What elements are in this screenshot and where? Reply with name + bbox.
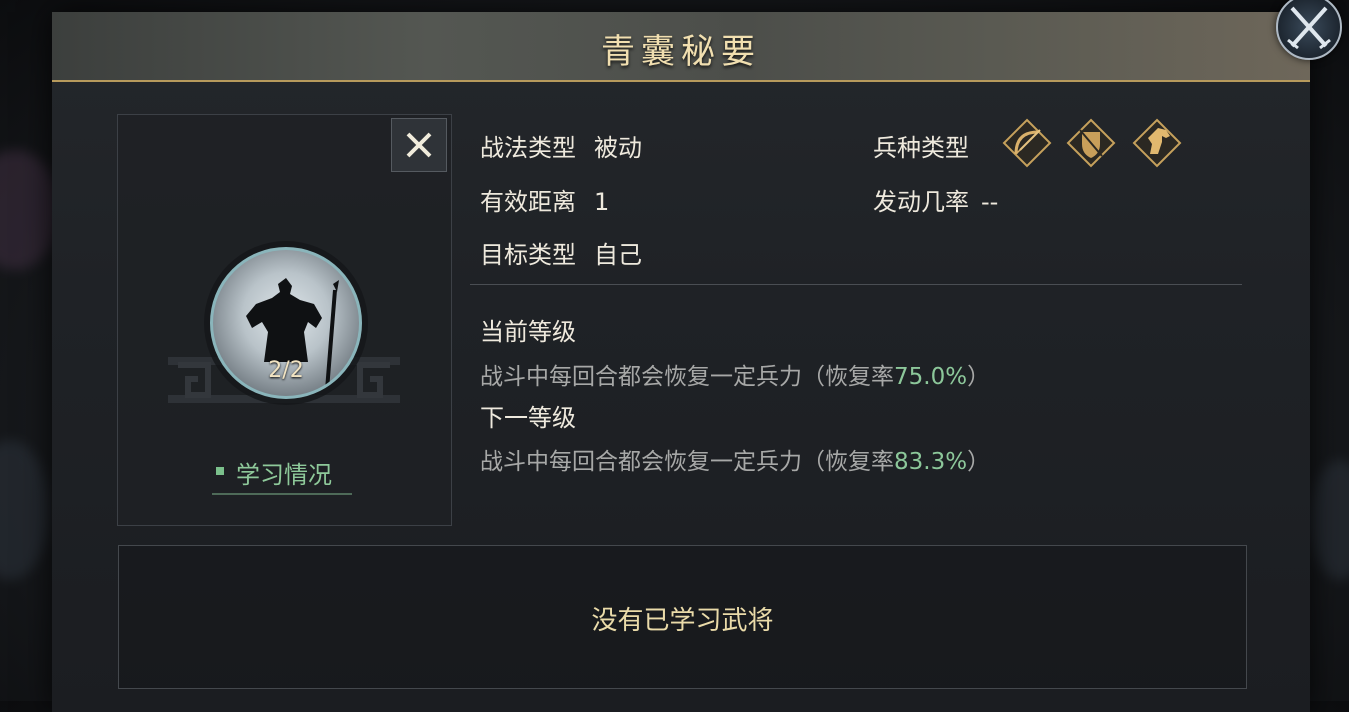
current-level-description: 战斗中每回合都会恢复一定兵力（恢复率75.0%） (480, 357, 990, 391)
next-level-heading: 下一等级 (480, 404, 576, 432)
title-bar: 青囊秘要 (52, 12, 1310, 82)
study-status-label: 学习情况 (236, 461, 332, 489)
current-rate-value: 75.0% (894, 364, 968, 390)
trigger-rate-value: -- (981, 188, 999, 216)
crossed-swords-icon (1287, 6, 1331, 50)
study-status-link[interactable]: 学习情况 (212, 453, 352, 495)
background-portrait (0, 150, 60, 270)
bow-archer-icon[interactable] (1002, 118, 1052, 168)
troop-type-label: 兵种类型 (873, 134, 969, 162)
current-level-heading: 当前等级 (480, 318, 576, 346)
close-dialog-button[interactable] (1276, 0, 1342, 60)
range-value: 1 (594, 188, 610, 216)
trigger-rate-row: 发动几率 -- (873, 182, 998, 217)
target-label: 目标类型 (480, 241, 576, 269)
next-desc-text: 战斗中每回合都会恢复一定兵力（恢复率 (480, 449, 894, 475)
next-level-description: 战斗中每回合都会恢复一定兵力（恢复率83.3%） (480, 442, 990, 476)
empty-generals-message: 没有已学习武将 (591, 606, 774, 636)
shield-infantry-icon[interactable] (1066, 118, 1116, 168)
dialog-title: 青囊秘要 (601, 32, 761, 72)
skill-portrait-card: 2/2 学习情况 (117, 114, 452, 526)
range-label: 有效距离 (480, 188, 576, 216)
next-desc-suffix: ） (967, 449, 991, 475)
trigger-rate-label: 发动几率 (873, 188, 969, 216)
section-divider (470, 284, 1242, 285)
skill-type-value: 被动 (594, 134, 642, 162)
target-row: 目标类型 自己 (480, 235, 642, 270)
skill-type-row: 战法类型 被动 (480, 128, 642, 163)
current-desc-text: 战斗中每回合都会恢复一定兵力（恢复率 (480, 364, 894, 390)
skill-level: 2/2 (268, 358, 304, 383)
range-row: 有效距离 1 (480, 182, 609, 217)
status-dot-icon (216, 467, 224, 475)
close-icon (406, 132, 432, 158)
skill-icon: 2/2 (210, 247, 362, 399)
next-rate-value: 83.3% (894, 449, 968, 475)
current-desc-suffix: ） (967, 364, 991, 390)
remove-skill-button[interactable] (391, 118, 447, 172)
learned-generals-panel: 没有已学习武将 (118, 545, 1247, 689)
troop-type-row: 兵种类型 (873, 128, 987, 163)
background-portrait (0, 440, 50, 580)
target-value: 自己 (594, 241, 642, 269)
background-portrait (1310, 460, 1349, 580)
horse-cavalry-icon[interactable] (1132, 118, 1182, 168)
skill-type-label: 战法类型 (480, 134, 576, 162)
